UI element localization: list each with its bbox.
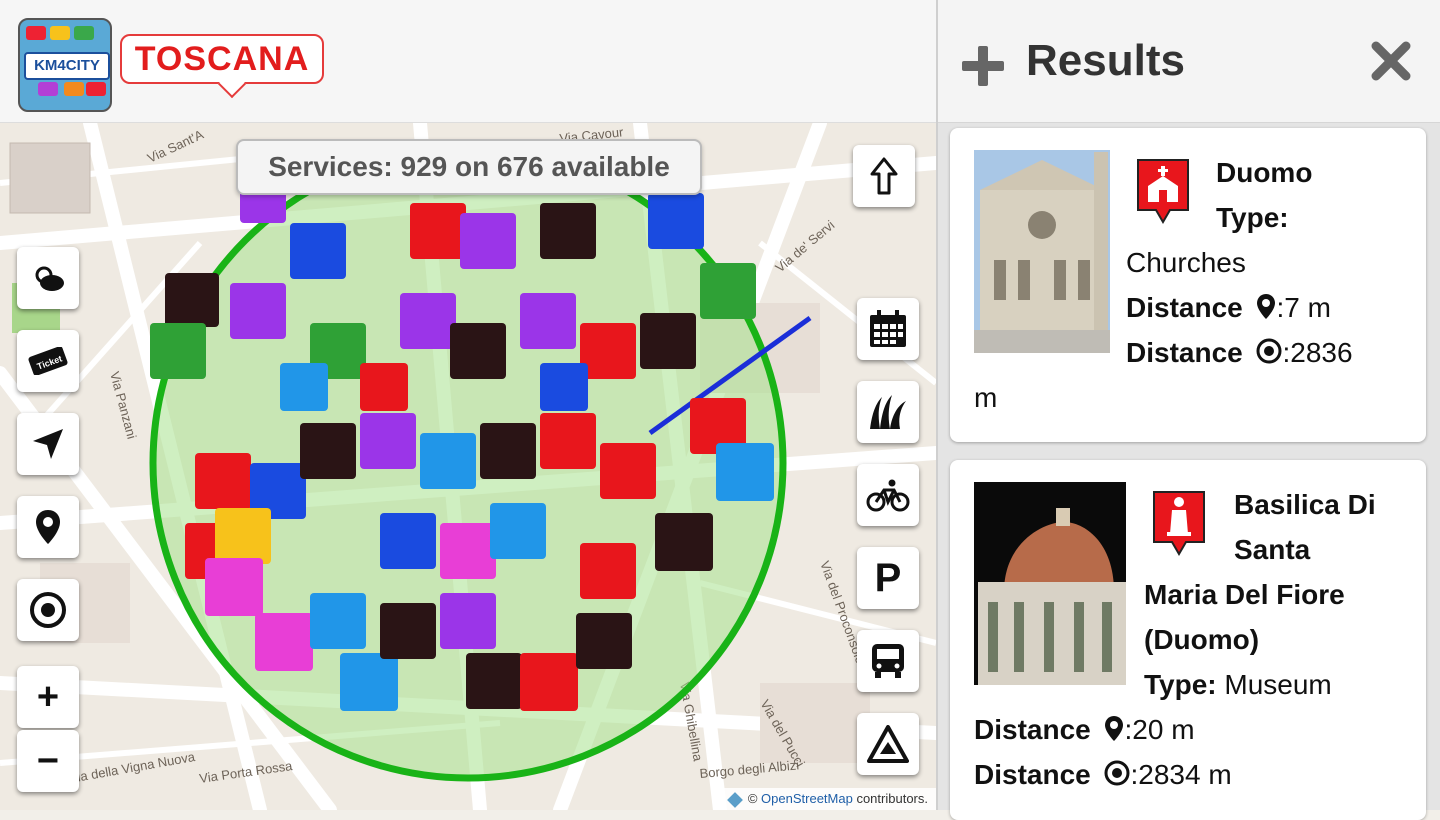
result-name-line2: Santa	[1234, 534, 1311, 565]
target-icon	[30, 592, 66, 628]
result-type-value: Churches	[1126, 247, 1246, 278]
zoom-in-button[interactable]: +	[17, 666, 79, 728]
up-arrow-button[interactable]	[853, 145, 915, 207]
result-name: Duomo	[1216, 157, 1313, 188]
result-distance-target: Distance :2836	[1126, 337, 1353, 368]
layers-icon	[726, 791, 743, 808]
location-pin-icon	[1104, 716, 1123, 741]
results-header: Results	[938, 0, 1440, 123]
map-view[interactable]: Via Sant'A Via Panzani Via della Vigna Nuo…	[0, 123, 936, 810]
warning-icon	[867, 725, 909, 763]
green-areas-button[interactable]	[857, 381, 919, 443]
result-type-label: Type:	[1216, 202, 1289, 233]
km4city-logo[interactable]: KM4CITY	[18, 18, 112, 112]
result-distance-walk: Distance :7 m	[1126, 292, 1331, 323]
close-icon[interactable]	[1370, 40, 1412, 82]
map-tiles: Via Sant'AVia PanzaniVia della Vigna Nuo…	[0, 123, 936, 810]
toscana-logo: TOSCANA	[120, 34, 324, 84]
alerts-button[interactable]	[857, 713, 919, 775]
location-pin-button[interactable]	[17, 496, 79, 558]
weather-icon	[35, 266, 64, 291]
ticket-button[interactable]: Ticket	[17, 330, 79, 392]
target-icon	[1104, 760, 1129, 786]
map-attribution: © OpenStreetMap contributors.	[719, 788, 936, 810]
result-distance-unit: m	[974, 382, 998, 413]
services-count-label: Services: 929 on 676 available	[236, 139, 702, 195]
osm-link[interactable]: OpenStreetMap	[761, 791, 853, 806]
bicycle-button[interactable]	[857, 464, 919, 526]
duomo-photo	[974, 150, 1110, 353]
bicycle-icon	[866, 479, 910, 512]
result-name-line4: (Duomo)	[1144, 624, 1260, 655]
result-type: Type: Museum	[1144, 669, 1332, 700]
zoom-out-button[interactable]: −	[17, 730, 79, 792]
navigate-icon	[33, 429, 63, 459]
ticket-icon: Ticket	[28, 347, 68, 375]
navigate-button[interactable]	[17, 413, 79, 475]
weather-button[interactable]	[17, 247, 79, 309]
church-category-icon	[1137, 159, 1189, 224]
result-name-line1: Basilica Di	[1234, 489, 1376, 520]
museum-category-icon	[1153, 491, 1205, 556]
calendar-icon	[870, 310, 906, 347]
bus-button[interactable]	[857, 630, 919, 692]
up-arrow-icon	[870, 157, 898, 195]
result-distance-target: Distance :2834 m	[974, 759, 1232, 790]
basilica-photo	[974, 482, 1126, 685]
result-distance-walk: Distance :20 m	[974, 714, 1195, 745]
location-pin-icon	[1256, 294, 1275, 319]
result-card-basilica[interactable]: Basilica Di Santa Maria Del Fiore (Duomo…	[950, 460, 1426, 820]
results-title: Results	[1026, 36, 1185, 85]
expand-plus-icon[interactable]	[962, 46, 1004, 86]
target-icon	[1256, 338, 1281, 364]
result-name-line3: Maria Del Fiore	[1144, 579, 1345, 610]
app-header: KM4CITY TOSCANA	[0, 0, 936, 123]
result-card-duomo[interactable]: Duomo Type: Churches Distance :7 m Dista…	[950, 128, 1426, 442]
bus-icon	[872, 644, 904, 678]
target-button[interactable]	[17, 579, 79, 641]
parking-button[interactable]: P	[857, 547, 919, 609]
grass-icon	[870, 395, 906, 429]
calendar-button[interactable]	[857, 298, 919, 360]
location-pin-icon	[36, 510, 60, 544]
results-panel: Results Duomo Type: Churches Distance :7…	[936, 0, 1440, 820]
km4city-logo-text: KM4CITY	[24, 52, 110, 80]
